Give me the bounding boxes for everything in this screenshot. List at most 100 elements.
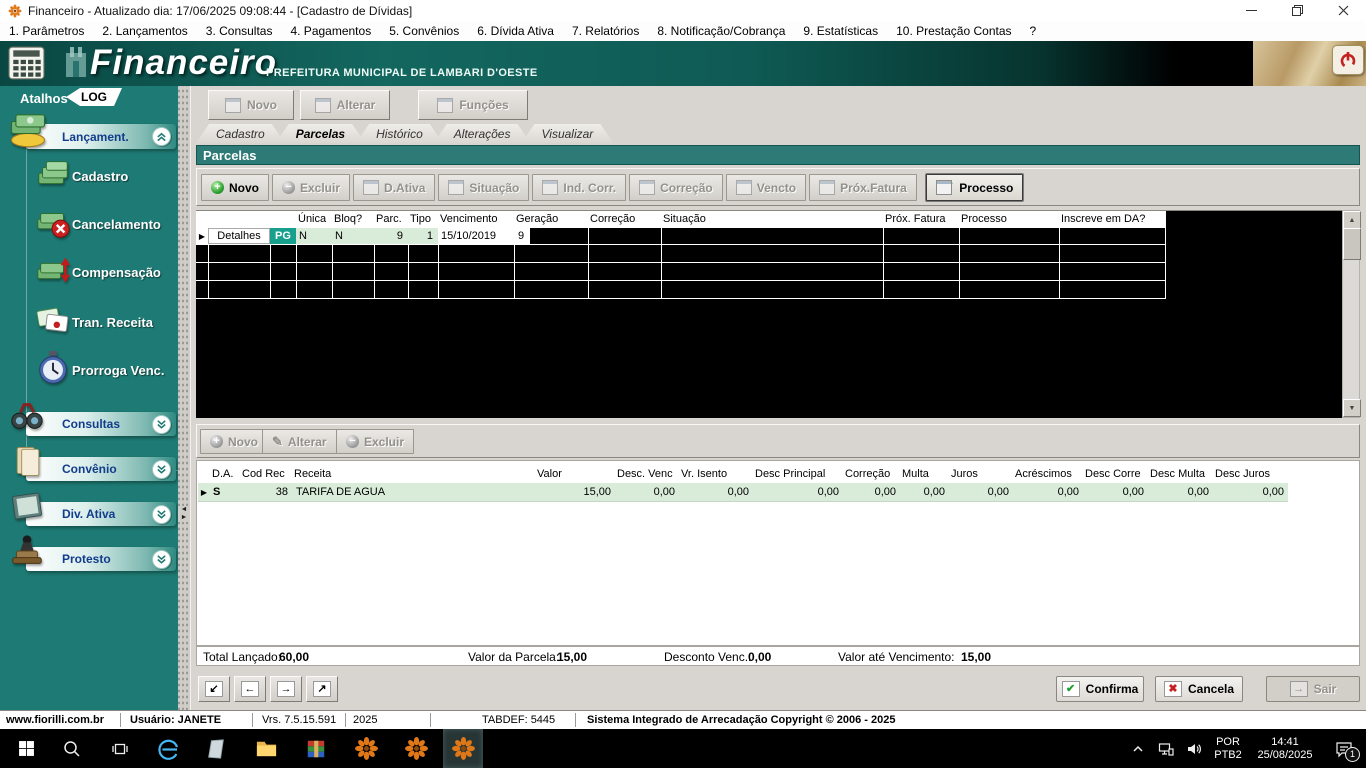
cell-correcao bbox=[588, 228, 661, 244]
parcela-vencto-button[interactable]: Vencto bbox=[726, 174, 806, 201]
clock[interactable]: 14:41 25/08/2025 bbox=[1248, 736, 1322, 762]
confirma-button[interactable]: ✔ Confirma bbox=[1056, 676, 1144, 702]
sidebar-item-prorroga-venc[interactable]: Prorroga Venc. bbox=[26, 347, 178, 393]
menu-item-lancamentos[interactable]: 2. Lançamentos bbox=[93, 21, 196, 41]
notes-app-icon[interactable] bbox=[196, 729, 236, 768]
splitter-expand-icon[interactable]: ► bbox=[181, 514, 188, 521]
sidebar-item-compensacao[interactable]: Compensação bbox=[26, 249, 178, 295]
sidebar-group-consultas[interactable]: Consultas bbox=[26, 412, 176, 436]
empty-grid-row bbox=[196, 281, 1166, 299]
sidebar-group-div-ativa[interactable]: Div. Ativa bbox=[26, 502, 176, 526]
receita-alterar-button[interactable]: ✎ Alterar bbox=[262, 429, 337, 454]
cancela-button[interactable]: ✖ Cancela bbox=[1155, 676, 1243, 702]
total-lancado-value: 60,00 bbox=[279, 650, 309, 664]
col-parc: Parc. bbox=[374, 211, 408, 228]
sidebar-splitter[interactable]: ◄ ► bbox=[178, 86, 190, 710]
parcela-situacao-button[interactable]: Situação bbox=[438, 174, 529, 201]
section-title: Parcelas bbox=[203, 148, 257, 163]
tab-cadastro[interactable]: Cadastro bbox=[196, 124, 285, 143]
col-da: D.A. bbox=[210, 465, 240, 483]
parcela-ind-corr-button[interactable]: Ind. Corr. bbox=[532, 174, 626, 201]
receita-novo-button[interactable]: + Novo bbox=[200, 429, 268, 454]
status-site[interactable]: www.fiorilli.com.br bbox=[6, 714, 104, 726]
winrar-icon[interactable] bbox=[296, 729, 336, 768]
receita-row-selected[interactable]: ▶ S 38 TARIFA DE AGUA 15,00 0,00 0,00 0,… bbox=[198, 483, 1288, 502]
cell-geracao: 9 bbox=[514, 228, 588, 244]
cell-unica: N bbox=[296, 228, 332, 244]
detalhes-cell-button[interactable]: Detalhes bbox=[208, 228, 270, 244]
tray-chevron-button[interactable] bbox=[1124, 729, 1152, 768]
network-tray-icon[interactable] bbox=[1152, 729, 1180, 768]
splitter-collapse-icon[interactable]: ◄ bbox=[181, 506, 188, 513]
expand-div-ativa-button[interactable] bbox=[152, 505, 171, 524]
cell-processo bbox=[959, 228, 1059, 244]
menu-item-estatisticas[interactable]: 9. Estatísticas bbox=[794, 21, 887, 41]
menu-item-prestacao[interactable]: 10. Prestação Contas bbox=[887, 21, 1020, 41]
collapse-group-button[interactable] bbox=[152, 127, 171, 146]
nav-next-button[interactable]: → bbox=[270, 676, 302, 702]
receipt-cards-icon bbox=[34, 303, 72, 344]
parcela-processo-button[interactable]: ↑ Processo bbox=[926, 174, 1024, 201]
menu-item-help[interactable]: ? bbox=[1021, 21, 1046, 41]
search-button[interactable] bbox=[52, 729, 92, 768]
scrollbar-thumb[interactable] bbox=[1343, 228, 1361, 260]
parcela-novo-button[interactable]: + Novo bbox=[201, 174, 269, 201]
parcela-excluir-button[interactable]: − Excluir bbox=[272, 174, 350, 201]
parcela-row-selected[interactable]: ▶ Detalhes PG N N 9 1 15/10/2019 9 bbox=[196, 228, 1166, 245]
restore-button[interactable] bbox=[1274, 0, 1320, 21]
file-explorer-icon[interactable] bbox=[246, 729, 286, 768]
volume-tray-icon[interactable] bbox=[1180, 729, 1208, 768]
alterar-button[interactable]: Alterar bbox=[300, 90, 390, 120]
expand-protesto-button[interactable] bbox=[152, 550, 171, 569]
novo-button[interactable]: Novo bbox=[208, 90, 294, 120]
tab-visualizar[interactable]: Visualizar bbox=[521, 124, 613, 143]
col-juros: Juros bbox=[949, 465, 1013, 483]
expand-convenio-button[interactable] bbox=[152, 460, 171, 479]
fiorilli-app-icon-2[interactable] bbox=[396, 729, 436, 768]
menu-item-parametros[interactable]: 1. Parâmetros bbox=[0, 21, 93, 41]
nav-prev-button[interactable]: ← bbox=[234, 676, 266, 702]
expand-consultas-button[interactable] bbox=[152, 415, 171, 434]
close-button[interactable] bbox=[1320, 0, 1366, 21]
flower-icon bbox=[404, 736, 429, 761]
minimize-button[interactable] bbox=[1228, 0, 1274, 21]
nav-first-button[interactable]: ↙ bbox=[198, 676, 230, 702]
tab-historico[interactable]: Histórico bbox=[356, 124, 443, 143]
parcela-dativa-button[interactable]: D.Ativa bbox=[353, 174, 435, 201]
menu-item-consultas[interactable]: 3. Consultas bbox=[197, 21, 282, 41]
sidebar-item-cancelamento[interactable]: Cancelamento bbox=[26, 201, 178, 247]
sidebar-item-tran-receita[interactable]: Tran. Receita bbox=[26, 299, 178, 345]
notification-center-button[interactable]: 1 bbox=[1322, 729, 1366, 768]
sidebar-item-cadastro[interactable]: Cadastro bbox=[26, 153, 178, 199]
scroll-up-button[interactable]: ▲ bbox=[1343, 211, 1361, 229]
parcelas-grid[interactable]: Única Bloq? Parc. Tipo Vencimento Geraçã… bbox=[196, 210, 1342, 418]
log-tab[interactable]: LOG bbox=[66, 88, 122, 106]
menu-item-pagamentos[interactable]: 4. Pagamentos bbox=[281, 21, 380, 41]
fiorilli-app-icon-active[interactable] bbox=[443, 729, 483, 768]
scroll-down-button[interactable]: ▼ bbox=[1343, 399, 1361, 417]
parcela-correcao-button[interactable]: Correção bbox=[629, 174, 723, 201]
receita-excluir-button[interactable]: − Excluir bbox=[336, 429, 414, 454]
taskbar: POR PTB2 14:41 25/08/2025 1 bbox=[0, 729, 1366, 768]
parcela-prox-fatura-button[interactable]: Próx.Fatura bbox=[809, 174, 917, 201]
nav-last-button[interactable]: ↗ bbox=[306, 676, 338, 702]
menu-item-divida-ativa[interactable]: 6. Dívida Ativa bbox=[468, 21, 563, 41]
sidebar-group-protesto[interactable]: Protesto bbox=[26, 547, 176, 571]
shortcuts-label: Atalhos bbox=[20, 91, 68, 106]
funcoes-button[interactable]: Funções bbox=[418, 90, 528, 120]
fiorilli-app-icon-1[interactable] bbox=[346, 729, 386, 768]
sair-button[interactable]: → Sair bbox=[1266, 676, 1360, 702]
task-view-button[interactable] bbox=[100, 729, 140, 768]
parcelas-grid-scrollbar[interactable]: ▲ ▼ bbox=[1342, 210, 1360, 418]
menu-item-relatorios[interactable]: 7. Relatórios bbox=[563, 21, 648, 41]
language-indicator[interactable]: POR PTB2 bbox=[1208, 736, 1248, 762]
menu-item-convenios[interactable]: 5. Convênios bbox=[380, 21, 468, 41]
menu-item-notificacao[interactable]: 8. Notificação/Cobrança bbox=[648, 21, 794, 41]
tab-alteracoes[interactable]: Alterações bbox=[434, 124, 531, 143]
internet-explorer-icon[interactable] bbox=[148, 729, 188, 768]
sidebar-group-convenio[interactable]: Convênio bbox=[26, 457, 176, 481]
title-bar: Financeiro - Atualizado dia: 17/06/2025 … bbox=[0, 0, 1366, 21]
start-button[interactable] bbox=[6, 729, 46, 768]
power-button[interactable] bbox=[1332, 45, 1364, 75]
tab-parcelas[interactable]: Parcelas bbox=[276, 124, 365, 143]
